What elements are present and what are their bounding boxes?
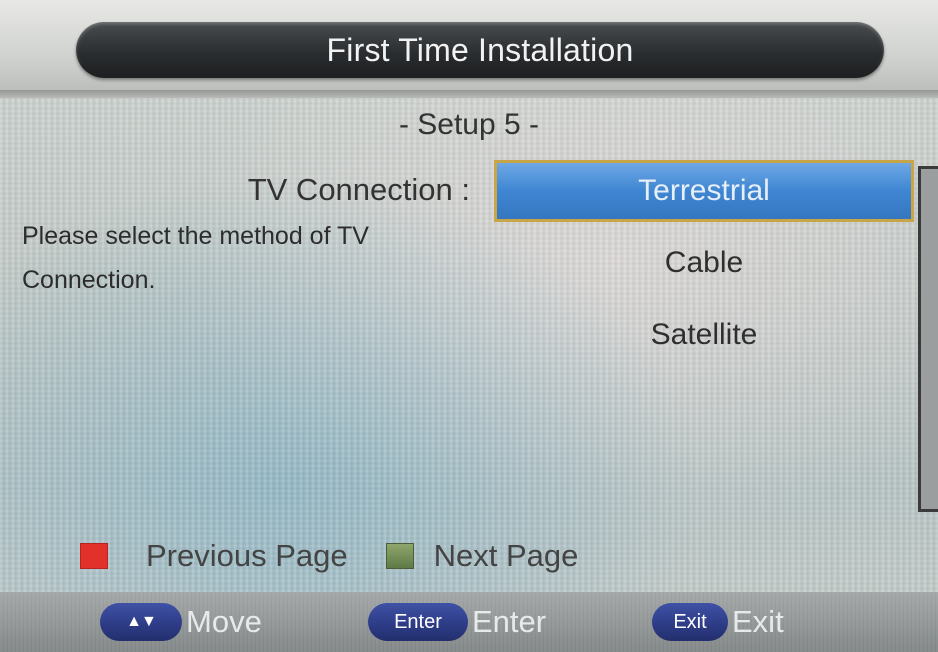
previous-page-label: Previous Page [146,538,348,573]
exit-hint[interactable]: Exit Exit [652,602,784,642]
green-key-icon [385,543,414,569]
bottom-hint-bar: ▲▼ Move Enter Enter Exit Exit [0,592,938,652]
next-page-hint[interactable]: Next Page [385,538,579,574]
option-label: Cable [664,246,744,279]
option-satellite[interactable]: Satellite [494,304,914,366]
up-down-arrows-icon: ▲▼ [100,603,182,641]
option-terrestrial[interactable]: Terrestrial [494,160,914,222]
enter-key-label: Enter [394,610,442,633]
previous-page-hint[interactable]: Previous Page [80,538,348,574]
tv-connection-label: TV Connection : [247,172,470,207]
exit-key-label: Exit [673,610,707,633]
exit-key-button: Exit [652,603,728,641]
scrollbar[interactable] [918,166,938,512]
option-label: Terrestrial [638,174,770,207]
move-label: Move [186,604,262,639]
enter-hint[interactable]: Enter Enter [368,602,546,642]
option-label: Satellite [650,318,758,351]
enter-key-button: Enter [368,603,468,641]
title-pill: First Time Installation [76,22,884,78]
red-key-icon [80,543,108,569]
setup-step-label: - Setup 5 - [398,108,540,141]
exit-label: Exit [732,604,784,639]
next-page-label: Next Page [433,538,579,573]
page-legend: Previous Page Next Page [80,536,616,576]
title-divider [0,90,938,98]
title-bar: First Time Installation [0,0,938,98]
tv-menu-screen: First Time Installation - Setup 5 - TV C… [0,0,938,652]
tv-connection-options: Terrestrial Cable Satellite [494,160,914,376]
help-text: Please select the method of TV Connectio… [22,222,369,294]
move-hint[interactable]: ▲▼ Move [100,602,262,642]
option-cable[interactable]: Cable [494,232,914,294]
enter-label: Enter [472,604,547,639]
page-title: First Time Installation [326,31,634,68]
